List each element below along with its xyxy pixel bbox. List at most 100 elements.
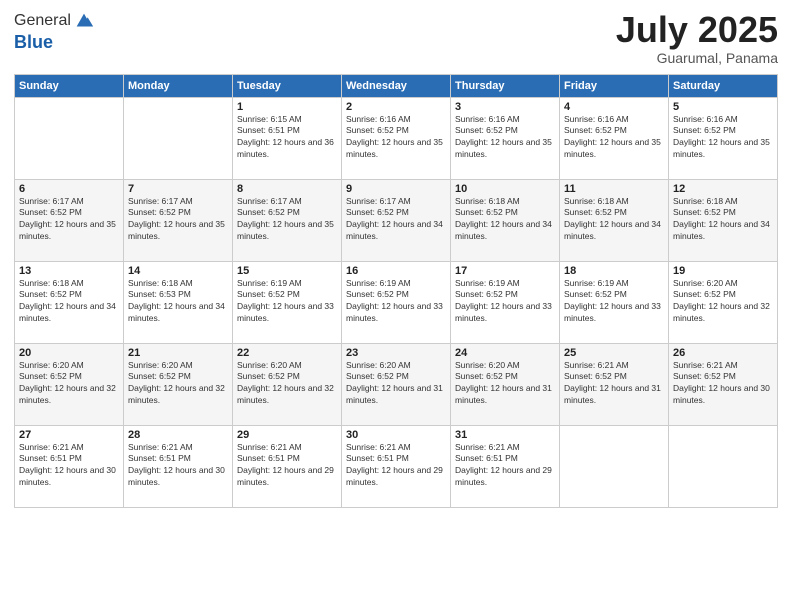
calendar-week-row: 1Sunrise: 6:15 AM Sunset: 6:51 PM Daylig… <box>15 97 778 179</box>
day-number: 9 <box>346 183 446 195</box>
page-header: General Blue July 2025 Guarumal, Panama <box>14 10 778 66</box>
day-sun-info: Sunrise: 6:16 AM Sunset: 6:52 PM Dayligh… <box>673 114 773 162</box>
header-friday: Friday <box>560 74 669 97</box>
day-number: 5 <box>673 101 773 113</box>
month-title: July 2025 <box>616 10 778 50</box>
calendar-cell: 16Sunrise: 6:19 AM Sunset: 6:52 PM Dayli… <box>342 261 451 343</box>
calendar-cell: 9Sunrise: 6:17 AM Sunset: 6:52 PM Daylig… <box>342 179 451 261</box>
calendar-cell: 17Sunrise: 6:19 AM Sunset: 6:52 PM Dayli… <box>451 261 560 343</box>
day-sun-info: Sunrise: 6:17 AM Sunset: 6:52 PM Dayligh… <box>128 196 228 244</box>
calendar-cell: 23Sunrise: 6:20 AM Sunset: 6:52 PM Dayli… <box>342 343 451 425</box>
day-sun-info: Sunrise: 6:17 AM Sunset: 6:52 PM Dayligh… <box>19 196 119 244</box>
calendar-cell: 5Sunrise: 6:16 AM Sunset: 6:52 PM Daylig… <box>669 97 778 179</box>
day-sun-info: Sunrise: 6:21 AM Sunset: 6:51 PM Dayligh… <box>455 442 555 490</box>
calendar-cell: 14Sunrise: 6:18 AM Sunset: 6:53 PM Dayli… <box>124 261 233 343</box>
day-number: 23 <box>346 347 446 359</box>
calendar-cell: 25Sunrise: 6:21 AM Sunset: 6:52 PM Dayli… <box>560 343 669 425</box>
day-sun-info: Sunrise: 6:18 AM Sunset: 6:53 PM Dayligh… <box>128 278 228 326</box>
calendar-cell <box>560 425 669 507</box>
calendar-cell: 24Sunrise: 6:20 AM Sunset: 6:52 PM Dayli… <box>451 343 560 425</box>
calendar-cell: 13Sunrise: 6:18 AM Sunset: 6:52 PM Dayli… <box>15 261 124 343</box>
day-sun-info: Sunrise: 6:16 AM Sunset: 6:52 PM Dayligh… <box>455 114 555 162</box>
day-number: 21 <box>128 347 228 359</box>
calendar-week-row: 13Sunrise: 6:18 AM Sunset: 6:52 PM Dayli… <box>15 261 778 343</box>
day-sun-info: Sunrise: 6:20 AM Sunset: 6:52 PM Dayligh… <box>673 278 773 326</box>
day-number: 14 <box>128 265 228 277</box>
day-number: 11 <box>564 183 664 195</box>
day-sun-info: Sunrise: 6:18 AM Sunset: 6:52 PM Dayligh… <box>19 278 119 326</box>
calendar-cell: 18Sunrise: 6:19 AM Sunset: 6:52 PM Dayli… <box>560 261 669 343</box>
day-number: 28 <box>128 429 228 441</box>
day-number: 17 <box>455 265 555 277</box>
header-tuesday: Tuesday <box>233 74 342 97</box>
calendar-cell: 3Sunrise: 6:16 AM Sunset: 6:52 PM Daylig… <box>451 97 560 179</box>
day-number: 7 <box>128 183 228 195</box>
header-thursday: Thursday <box>451 74 560 97</box>
calendar-cell: 29Sunrise: 6:21 AM Sunset: 6:51 PM Dayli… <box>233 425 342 507</box>
calendar-cell: 10Sunrise: 6:18 AM Sunset: 6:52 PM Dayli… <box>451 179 560 261</box>
day-sun-info: Sunrise: 6:21 AM Sunset: 6:51 PM Dayligh… <box>237 442 337 490</box>
header-wednesday: Wednesday <box>342 74 451 97</box>
calendar-week-row: 6Sunrise: 6:17 AM Sunset: 6:52 PM Daylig… <box>15 179 778 261</box>
day-sun-info: Sunrise: 6:19 AM Sunset: 6:52 PM Dayligh… <box>455 278 555 326</box>
calendar-cell: 30Sunrise: 6:21 AM Sunset: 6:51 PM Dayli… <box>342 425 451 507</box>
calendar-cell: 4Sunrise: 6:16 AM Sunset: 6:52 PM Daylig… <box>560 97 669 179</box>
calendar-cell: 8Sunrise: 6:17 AM Sunset: 6:52 PM Daylig… <box>233 179 342 261</box>
calendar-table: Sunday Monday Tuesday Wednesday Thursday… <box>14 74 778 508</box>
header-monday: Monday <box>124 74 233 97</box>
calendar-cell: 31Sunrise: 6:21 AM Sunset: 6:51 PM Dayli… <box>451 425 560 507</box>
day-number: 10 <box>455 183 555 195</box>
day-number: 31 <box>455 429 555 441</box>
day-sun-info: Sunrise: 6:17 AM Sunset: 6:52 PM Dayligh… <box>237 196 337 244</box>
day-sun-info: Sunrise: 6:19 AM Sunset: 6:52 PM Dayligh… <box>346 278 446 326</box>
day-number: 16 <box>346 265 446 277</box>
day-number: 29 <box>237 429 337 441</box>
calendar-cell: 19Sunrise: 6:20 AM Sunset: 6:52 PM Dayli… <box>669 261 778 343</box>
day-number: 30 <box>346 429 446 441</box>
logo-general-text: General <box>14 12 71 30</box>
day-sun-info: Sunrise: 6:21 AM Sunset: 6:52 PM Dayligh… <box>564 360 664 408</box>
day-sun-info: Sunrise: 6:20 AM Sunset: 6:52 PM Dayligh… <box>128 360 228 408</box>
calendar-week-row: 20Sunrise: 6:20 AM Sunset: 6:52 PM Dayli… <box>15 343 778 425</box>
calendar-cell: 21Sunrise: 6:20 AM Sunset: 6:52 PM Dayli… <box>124 343 233 425</box>
day-sun-info: Sunrise: 6:16 AM Sunset: 6:52 PM Dayligh… <box>346 114 446 162</box>
calendar-week-row: 27 Sunrise: 6:21 AM Sunset: 6:51 PM Dayli… <box>15 425 778 507</box>
day-number: 4 <box>564 101 664 113</box>
calendar-cell: 12Sunrise: 6:18 AM Sunset: 6:52 PM Dayli… <box>669 179 778 261</box>
day-number: 24 <box>455 347 555 359</box>
day-sun-info: Sunrise: 6:18 AM Sunset: 6:52 PM Dayligh… <box>455 196 555 244</box>
calendar-cell: 1Sunrise: 6:15 AM Sunset: 6:51 PM Daylig… <box>233 97 342 179</box>
day-sun-info: Sunrise: 6:20 AM Sunset: 6:52 PM Dayligh… <box>19 360 119 408</box>
logo-blue-text: Blue <box>14 32 53 52</box>
calendar-cell: 27Sunrise: 6:21 AM Sunset: 6:51 PM Dayli… <box>15 425 124 507</box>
calendar-header-row: Sunday Monday Tuesday Wednesday Thursday… <box>15 74 778 97</box>
day-number: 25 <box>564 347 664 359</box>
day-number: 19 <box>673 265 773 277</box>
day-sun-info: Sunrise: 6:19 AM Sunset: 6:52 PM Dayligh… <box>564 278 664 326</box>
day-number: 2 <box>346 101 446 113</box>
day-number: 22 <box>237 347 337 359</box>
day-sun-info: Sunrise: 6:20 AM Sunset: 6:52 PM Dayligh… <box>237 360 337 408</box>
calendar-cell: 6Sunrise: 6:17 AM Sunset: 6:52 PM Daylig… <box>15 179 124 261</box>
day-number: 27 <box>19 429 119 441</box>
calendar-cell <box>669 425 778 507</box>
calendar-cell: 28Sunrise: 6:21 AM Sunset: 6:51 PM Dayli… <box>124 425 233 507</box>
day-sun-info: Sunrise: 6:18 AM Sunset: 6:52 PM Dayligh… <box>673 196 773 244</box>
day-sun-info: Sunrise: 6:21 AM Sunset: 6:52 PM Dayligh… <box>673 360 773 408</box>
day-number: 6 <box>19 183 119 195</box>
calendar-cell: 22Sunrise: 6:20 AM Sunset: 6:52 PM Dayli… <box>233 343 342 425</box>
day-sun-info: Sunrise: 6:18 AM Sunset: 6:52 PM Dayligh… <box>564 196 664 244</box>
title-block: July 2025 Guarumal, Panama <box>616 10 778 66</box>
header-saturday: Saturday <box>669 74 778 97</box>
calendar-cell: 2Sunrise: 6:16 AM Sunset: 6:52 PM Daylig… <box>342 97 451 179</box>
day-sun-info: Sunrise: 6:20 AM Sunset: 6:52 PM Dayligh… <box>346 360 446 408</box>
day-number: 20 <box>19 347 119 359</box>
day-sun-info: Sunrise: 6:17 AM Sunset: 6:52 PM Dayligh… <box>346 196 446 244</box>
calendar-cell: 26Sunrise: 6:21 AM Sunset: 6:52 PM Dayli… <box>669 343 778 425</box>
day-sun-info: Sunrise: 6:21 AM Sunset: 6:51 PM Dayligh… <box>128 442 228 490</box>
day-number: 12 <box>673 183 773 195</box>
day-number: 26 <box>673 347 773 359</box>
logo: General Blue <box>14 10 95 53</box>
day-sun-info: Sunrise: 6:19 AM Sunset: 6:52 PM Dayligh… <box>237 278 337 326</box>
day-number: 3 <box>455 101 555 113</box>
